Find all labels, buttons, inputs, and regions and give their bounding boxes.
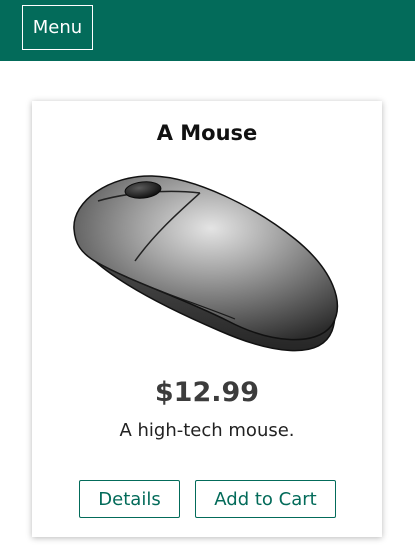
product-card: A Mouse $12.99 A high-tech mouse. Detail… [32,101,382,537]
product-price: $12.99 [154,377,260,408]
menu-button[interactable]: Menu [22,5,93,50]
computer-mouse-icon [73,175,339,352]
product-description: A high-tech mouse. [119,420,295,441]
product-title: A Mouse [156,121,258,145]
add-to-cart-button[interactable]: Add to Cart [195,480,336,518]
details-button[interactable]: Details [79,480,180,518]
top-bar: Menu [0,0,415,61]
